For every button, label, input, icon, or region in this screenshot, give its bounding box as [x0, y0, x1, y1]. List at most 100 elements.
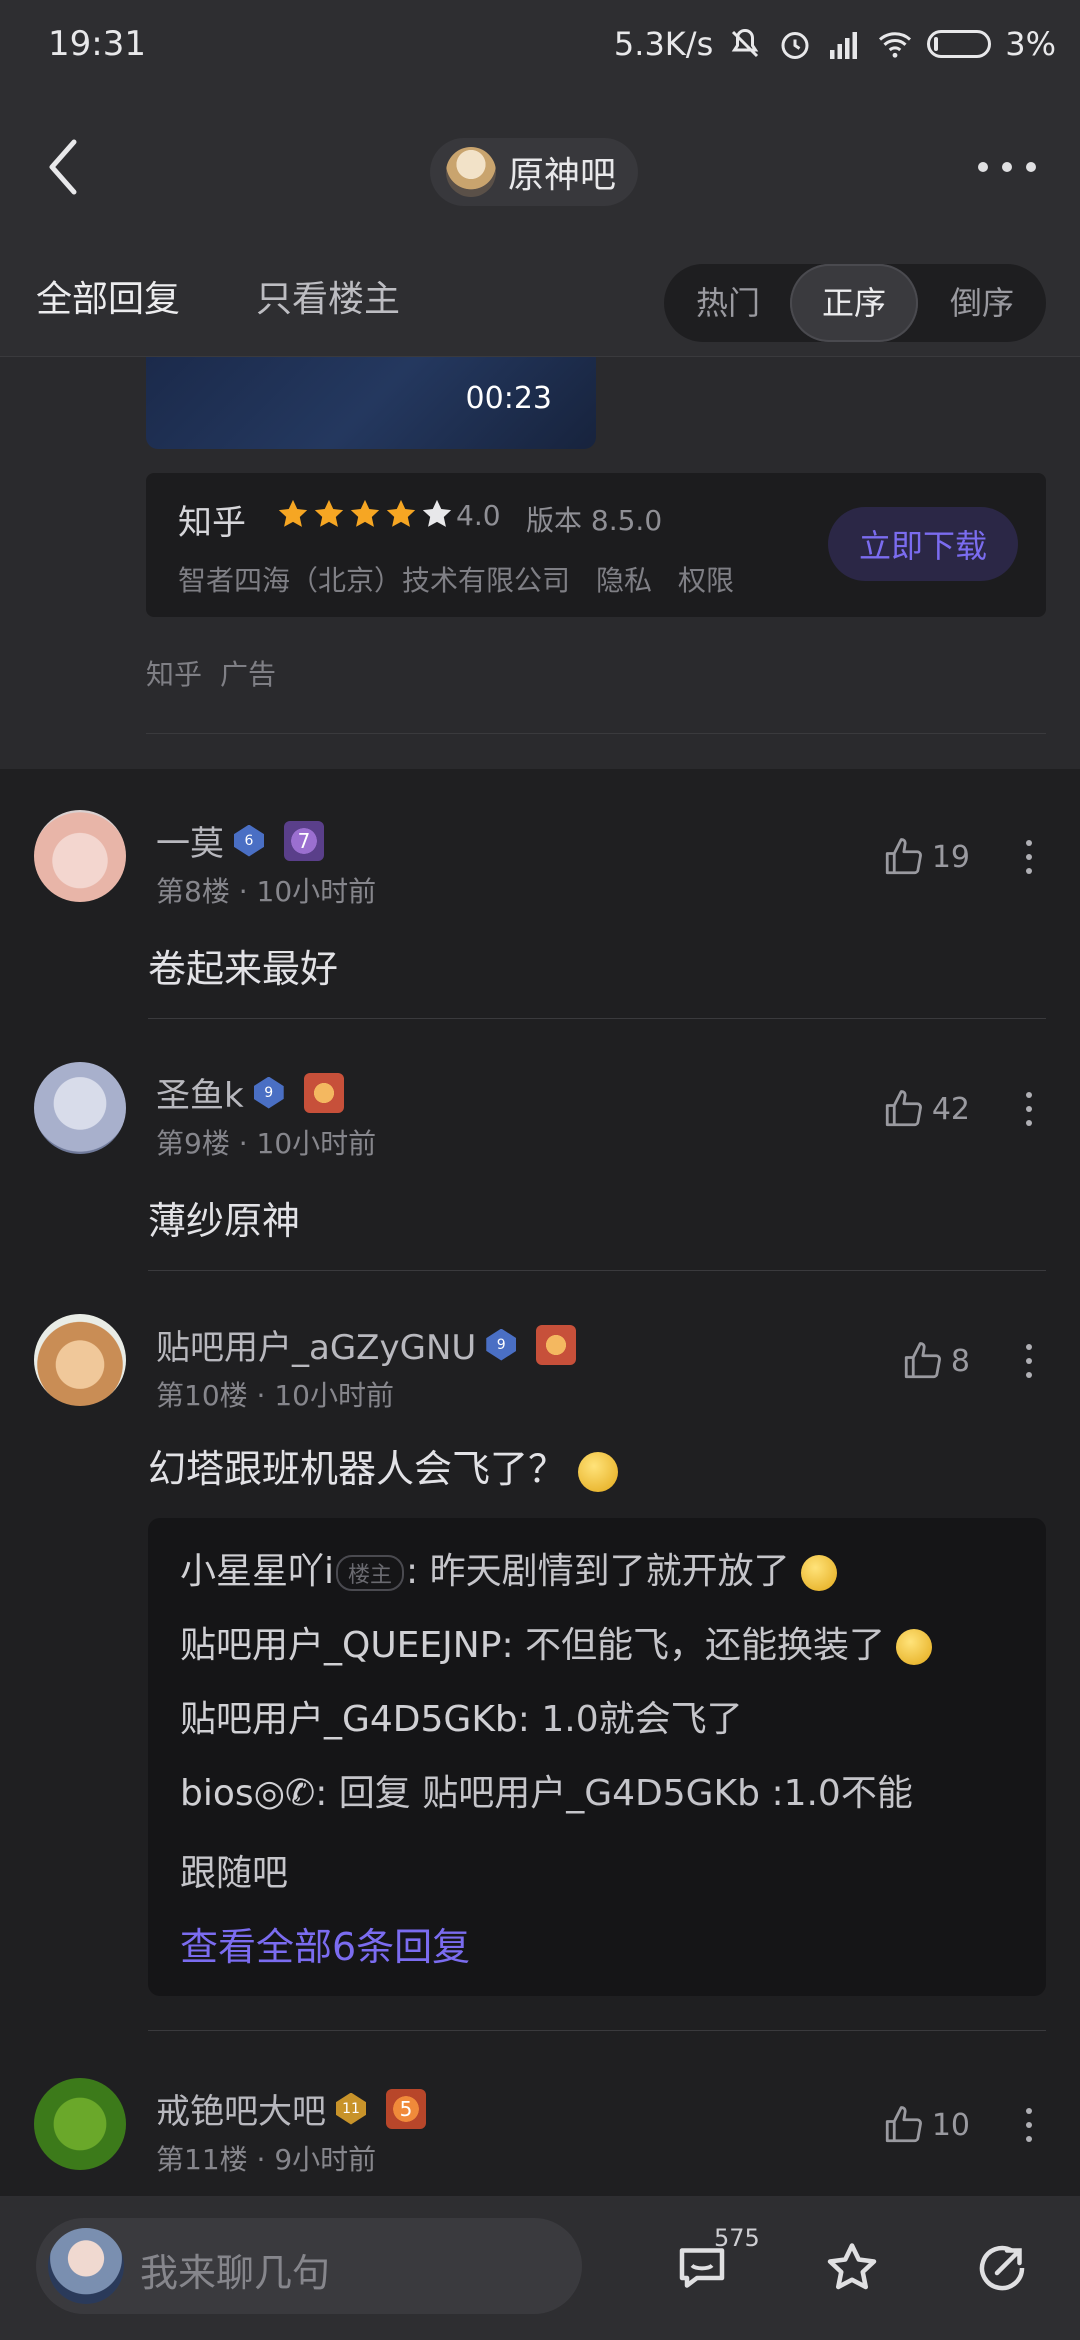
post-content: 幻塔跟班机器人会飞了？ [148, 1438, 619, 1493]
sort-ascending[interactable]: 正序 [790, 264, 918, 342]
like-button[interactable]: 10 [882, 2104, 970, 2146]
favorite-star-icon[interactable] [822, 2238, 882, 2298]
permissions-link[interactable]: 权限 [678, 559, 734, 599]
wifi-icon [879, 32, 912, 58]
forum-avatar [446, 147, 496, 197]
avatar[interactable] [34, 2078, 126, 2170]
reply-author[interactable]: 贴吧用户_QUEEJNP [180, 1625, 501, 1666]
sub-reply[interactable]: 贴吧用户_G4D5GKb: 1.0就会飞了 [180, 1690, 743, 1742]
more-options-icon[interactable] [978, 162, 1036, 172]
post-menu-icon[interactable] [1026, 840, 1032, 874]
post-menu-icon[interactable] [1026, 2108, 1032, 2142]
like-button[interactable]: 8 [901, 1340, 970, 1382]
medal-badge [536, 1324, 577, 1365]
sub-replies-box[interactable]: 小星星吖i 楼主: 昨天剧情到了就开放了 贴吧用户_QUEEJNP: 不但能飞，还… [148, 1518, 1046, 1996]
username-row: 圣鱼k 9 [156, 1068, 344, 1117]
post-content: 卷起来最好 [148, 947, 339, 991]
reply-text: : 昨天剧情到了就开放了 [406, 1551, 790, 1592]
like-button[interactable]: 42 [882, 1088, 970, 1130]
sub-reply[interactable]: 小星星吖i 楼主: 昨天剧情到了就开放了 [180, 1542, 838, 1594]
post-text: 幻塔跟班机器人会飞了？ [148, 1447, 567, 1491]
floor-number: 第8楼 [156, 875, 230, 908]
tab-op-only[interactable]: 只看楼主 [256, 270, 400, 322]
ad-source: 知乎 [146, 658, 203, 691]
avatar[interactable] [34, 1062, 126, 1154]
like-button[interactable]: 19 [882, 836, 970, 878]
post-meta: 第11楼 · 9小时前 [156, 2143, 377, 2176]
reply-author[interactable]: 贴吧用户_G4D5GKb [180, 1699, 518, 1740]
download-button[interactable]: 立即下载 [828, 507, 1018, 581]
sort-segmented-control: 热门 正序 倒序 [664, 264, 1046, 342]
username[interactable]: 戒铯吧大吧 [156, 2084, 326, 2133]
level-badge: 11 [336, 2092, 366, 2125]
divider [148, 2030, 1046, 2031]
level-badge: 6 [234, 824, 264, 857]
battery-icon [927, 30, 992, 58]
app-download-card[interactable]: 知乎 4.0 版本 8.5.0 智者四海（北京）技术有限公司 隐私 权限 立即下… [146, 473, 1046, 617]
thumbs-up-icon [885, 1090, 922, 1127]
level-badge: 9 [253, 1076, 284, 1109]
medal-badge [303, 1072, 344, 1113]
post-content: 薄纱原神 [148, 1199, 301, 1243]
view-all-replies-link[interactable]: 查看全部6条回复 [180, 1916, 470, 1971]
network-speed: 5.3K/s [613, 25, 714, 63]
smug-emoji-icon [801, 1555, 838, 1591]
privacy-link[interactable]: 隐私 [596, 559, 652, 599]
status-bar: 19:31 5.3K/s 3% [0, 0, 1080, 90]
reply-author[interactable]: 小星星吖i [180, 1551, 334, 1592]
post-menu-icon[interactable] [1026, 1092, 1032, 1126]
app-rating: 4.0 [456, 499, 501, 532]
back-chevron-icon[interactable] [40, 132, 90, 202]
avatar[interactable] [34, 810, 126, 902]
reply-input[interactable]: 我来聊几句 [36, 2218, 582, 2314]
divider [148, 1018, 1046, 1019]
ad-section: 00:23 知乎 4.0 版本 8.5.0 智者四海（北京）技术有限公司 隐私 … [0, 357, 1080, 769]
like-count: 8 [950, 1343, 970, 1379]
forum-name: 原神吧 [508, 155, 617, 196]
like-count: 19 [931, 839, 970, 875]
thumbs-up-icon [904, 1342, 941, 1379]
status-icons: 5.3K/s 3% [614, 22, 1056, 66]
reply-text: : 1.0就会飞了 [517, 1699, 743, 1740]
username[interactable]: 贴吧用户_aGZyGNU [156, 1320, 476, 1369]
post-menu-icon[interactable] [1026, 1344, 1032, 1378]
reply-text: : 不但能飞，还能换装了 [501, 1625, 886, 1666]
avatar [48, 2228, 124, 2304]
sub-reply[interactable]: bios◎✆: 回复 贴吧用户_G4D5GKb :1.0不能 [180, 1764, 913, 1816]
comment-count: 575 [714, 2224, 760, 2252]
divider [146, 733, 1046, 734]
battery-percent: 3% [1005, 25, 1056, 63]
username[interactable]: 一莫 [156, 816, 224, 865]
app-name: 知乎 [178, 503, 246, 543]
bottom-bar: 我来聊几句 575 [0, 2196, 1080, 2340]
smug-emoji-icon [578, 1451, 619, 1492]
sort-hot[interactable]: 热门 [664, 264, 792, 342]
top-nav: 原神吧 [0, 90, 1080, 256]
star-icon [386, 499, 416, 527]
forum-title-button[interactable]: 原神吧 [430, 138, 639, 206]
post-meta: 第10楼 · 10小时前 [156, 1379, 394, 1412]
mute-bell-icon [731, 28, 759, 58]
reply-author[interactable]: bios◎✆ [180, 1773, 315, 1814]
smug-emoji-icon [896, 1629, 933, 1665]
sub-reply-continuation: 跟随吧 [180, 1853, 289, 1894]
sort-descending[interactable]: 倒序 [918, 264, 1046, 342]
ad-video[interactable]: 00:23 [146, 357, 596, 449]
username[interactable]: 圣鱼k [156, 1068, 244, 1117]
post-time: 10小时前 [256, 875, 377, 908]
share-icon[interactable] [972, 2238, 1032, 2298]
post-time: 10小时前 [256, 1127, 377, 1160]
app-company: 智者四海（北京）技术有限公司 [178, 564, 571, 597]
star-empty-icon [422, 499, 452, 527]
divider [148, 1270, 1046, 1271]
star-icon [278, 499, 308, 527]
avatar[interactable] [34, 1314, 126, 1406]
medal-badge: 5 [386, 2088, 426, 2129]
rating-stars [276, 497, 454, 531]
thumbs-up-icon [885, 2106, 922, 2143]
username-row: 贴吧用户_aGZyGNU 9 [156, 1320, 577, 1369]
app-company-row: 智者四海（北京）技术有限公司 隐私 权限 [178, 559, 734, 599]
tab-all-replies[interactable]: 全部回复 [36, 270, 180, 322]
sub-reply[interactable]: 贴吧用户_QUEEJNP: 不但能飞，还能换装了 [180, 1616, 933, 1668]
app-version: 版本 8.5.0 [526, 504, 663, 537]
